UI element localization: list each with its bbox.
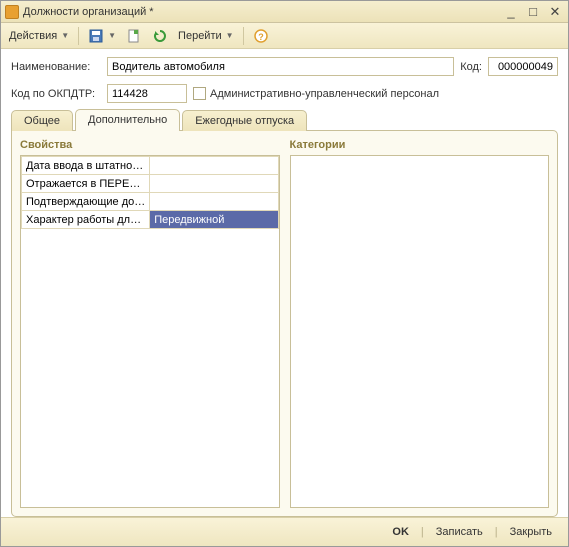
okpdtr-input[interactable] xyxy=(107,84,187,103)
properties-grid-box: Дата ввода в штатное... Отражается в ПЕР… xyxy=(20,155,280,508)
tab-general[interactable]: Общее xyxy=(11,110,73,131)
code-label: Код: xyxy=(460,61,482,73)
footer-separator: | xyxy=(495,526,498,538)
toolbar-separator xyxy=(243,27,244,45)
dialog-window: Должности организаций * _ □ ✕ Действия ▼… xyxy=(0,0,569,547)
prop-value[interactable] xyxy=(150,193,278,211)
toolbar: Действия ▼ ▼ Перейти ▼ ? xyxy=(1,23,568,49)
prop-name[interactable]: Отражается в ПЕРЕЧ... xyxy=(22,175,150,193)
tab-additional[interactable]: Дополнительно xyxy=(75,109,180,131)
app-icon xyxy=(5,5,19,19)
refresh-button[interactable] xyxy=(148,26,172,46)
actions-label: Действия xyxy=(9,30,57,42)
chevron-down-icon: ▼ xyxy=(61,31,69,40)
help-icon: ? xyxy=(253,28,269,44)
okpdtr-label: Код по ОКПДТР: xyxy=(11,88,101,100)
document-icon xyxy=(126,28,142,44)
categories-panel: Категории xyxy=(290,139,550,508)
admin-checkbox-wrap[interactable]: Административно-управленческий персонал xyxy=(193,87,439,100)
refresh-icon xyxy=(152,28,168,44)
tab-content-additional: Свойства Дата ввода в штатное... Отражае… xyxy=(11,130,558,517)
row-name: Наименование: Код: xyxy=(11,57,558,76)
tab-vacations[interactable]: Ежегодные отпуска xyxy=(182,110,307,131)
save-button[interactable]: ▼ xyxy=(84,26,120,46)
table-row[interactable]: Характер работы для ... Передвижной xyxy=(22,211,279,229)
floppy-icon xyxy=(88,28,104,44)
close-button[interactable]: ✕ xyxy=(546,4,564,20)
properties-title: Свойства xyxy=(20,139,280,151)
footer-separator: | xyxy=(421,526,424,538)
write-button[interactable]: Записать xyxy=(430,524,489,540)
properties-grid[interactable]: Дата ввода в штатное... Отражается в ПЕР… xyxy=(21,156,279,229)
new-button[interactable] xyxy=(122,26,146,46)
actions-menu-button[interactable]: Действия ▼ xyxy=(5,28,73,44)
ok-button[interactable]: OK xyxy=(386,524,415,540)
admin-checkbox-label: Административно-управленческий персонал xyxy=(210,88,439,100)
prop-name[interactable]: Дата ввода в штатное... xyxy=(22,157,150,175)
code-input[interactable] xyxy=(488,57,558,76)
row-okpdtr: Код по ОКПДТР: Административно-управленч… xyxy=(11,84,558,103)
toolbar-separator xyxy=(78,27,79,45)
categories-title: Категории xyxy=(290,139,550,151)
prop-name[interactable]: Характер работы для ... xyxy=(22,211,150,229)
tabbar: Общее Дополнительно Ежегодные отпуска xyxy=(11,109,558,131)
window-controls: _ □ ✕ xyxy=(502,4,564,20)
prop-value[interactable] xyxy=(150,157,278,175)
maximize-button[interactable]: □ xyxy=(524,4,542,20)
prop-value[interactable] xyxy=(150,175,278,193)
chevron-down-icon: ▼ xyxy=(108,31,116,40)
footer: OK | Записать | Закрыть xyxy=(1,517,568,546)
table-row[interactable]: Отражается в ПЕРЕЧ... xyxy=(22,175,279,193)
goto-menu-button[interactable]: Перейти ▼ xyxy=(174,28,238,44)
svg-text:?: ? xyxy=(258,32,264,42)
close-footer-button[interactable]: Закрыть xyxy=(504,524,558,540)
prop-value[interactable]: Передвижной xyxy=(150,211,278,229)
minimize-button[interactable]: _ xyxy=(502,4,520,20)
goto-label: Перейти xyxy=(178,30,222,42)
properties-panel: Свойства Дата ввода в штатное... Отражае… xyxy=(20,139,280,508)
admin-checkbox[interactable] xyxy=(193,87,206,100)
prop-name[interactable]: Подтверждающие док... xyxy=(22,193,150,211)
help-button[interactable]: ? xyxy=(249,26,273,46)
name-label: Наименование: xyxy=(11,61,101,73)
chevron-down-icon: ▼ xyxy=(226,31,234,40)
form-area: Наименование: Код: Код по ОКПДТР: Админи… xyxy=(1,49,568,109)
name-input[interactable] xyxy=(107,57,454,76)
tabs-area: Общее Дополнительно Ежегодные отпуска Св… xyxy=(1,109,568,517)
table-row[interactable]: Подтверждающие док... xyxy=(22,193,279,211)
table-row[interactable]: Дата ввода в штатное... xyxy=(22,157,279,175)
titlebar: Должности организаций * _ □ ✕ xyxy=(1,1,568,23)
categories-list[interactable] xyxy=(290,155,550,508)
window-title: Должности организаций * xyxy=(23,6,502,18)
